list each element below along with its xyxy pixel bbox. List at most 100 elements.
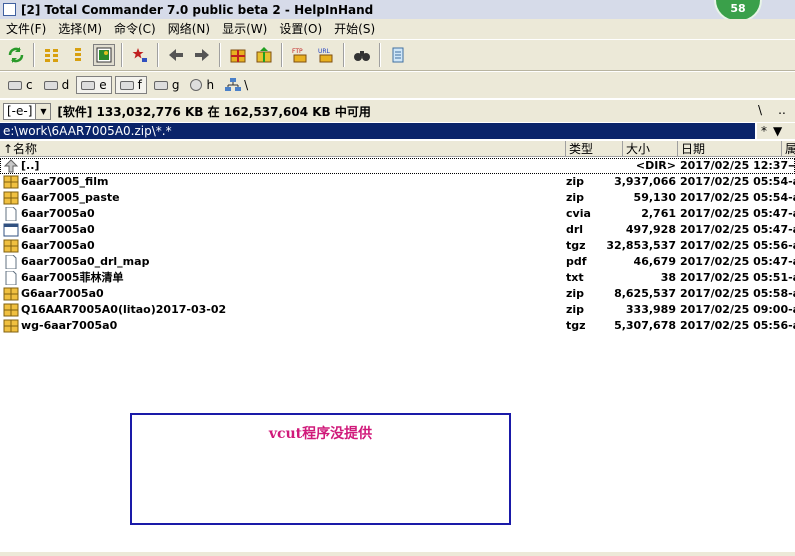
- unpack-archive-icon: [256, 47, 272, 63]
- hard-drive-icon: [81, 80, 96, 90]
- root-dir-button[interactable]: \: [753, 103, 767, 117]
- pack-archive-icon: [230, 49, 246, 63]
- picture-icon: [96, 47, 112, 63]
- file-row[interactable]: 6aar7005a0 cvia 2,761 2017/02/25 05:47-a: [0, 206, 795, 222]
- drive-dropdown[interactable]: [-e-] ▼: [3, 102, 52, 120]
- ftp-icon: FTP: [292, 48, 307, 63]
- column-name[interactable]: ↑名称: [0, 141, 566, 156]
- parent-dir-button[interactable]: ..: [775, 103, 789, 117]
- binoculars-icon: [354, 51, 370, 61]
- column-type[interactable]: 类型: [566, 141, 623, 156]
- drive-g-button[interactable]: g: [150, 76, 184, 94]
- free-space-label: [软件] 133,032,776 KB 在 162,537,604 KB 中可用: [57, 104, 371, 119]
- url-button[interactable]: URL: [315, 44, 337, 66]
- menu-select[interactable]: 选择(M): [52, 19, 108, 39]
- filter-button[interactable]: *: [761, 123, 767, 139]
- chevron-down-icon[interactable]: ▼: [35, 103, 51, 119]
- hard-drive-icon: [43, 80, 58, 90]
- unpack-button[interactable]: [253, 44, 275, 66]
- forward-button[interactable]: [191, 44, 213, 66]
- document-icon: [5, 255, 17, 269]
- refresh-icon: [8, 47, 24, 63]
- toolbar: FTP URL: [0, 39, 795, 71]
- drive-d-button[interactable]: d: [40, 76, 74, 94]
- drive-c-button[interactable]: c: [4, 76, 37, 94]
- menu-settings[interactable]: 设置(O): [273, 19, 328, 39]
- drive-bar: c d e f g h \: [0, 72, 795, 98]
- thumbnail-view-button[interactable]: [93, 44, 115, 66]
- toolbar-separator: [157, 43, 159, 67]
- drive-f-button[interactable]: f: [114, 76, 147, 94]
- archive-icon: [3, 303, 19, 317]
- toolbar-separator: [379, 43, 381, 67]
- archive-icon: [3, 287, 19, 301]
- archive-icon: [3, 175, 19, 189]
- file-row[interactable]: 6aar7005a0 drl 497,928 2017/02/25 05:47-…: [0, 222, 795, 238]
- invert-selection-button[interactable]: [129, 44, 151, 66]
- file-row[interactable]: wg-6aar7005a0 tgz 5,307,678 2017/02/25 0…: [0, 318, 795, 334]
- star-select-icon: [132, 48, 147, 62]
- menu-command[interactable]: 命令(C): [108, 19, 162, 39]
- drive-dropdown-value: [-e-]: [7, 104, 33, 118]
- arrow-left-icon: [169, 49, 183, 61]
- drive-info-bar: [-e-] ▼ [软件] 133,032,776 KB 在 162,537,60…: [0, 100, 795, 122]
- file-row[interactable]: 6aar7005_film zip 3,937,066 2017/02/25 0…: [0, 174, 795, 190]
- drive-h-button[interactable]: h: [186, 76, 218, 94]
- brief-view-button[interactable]: [41, 44, 63, 66]
- annotation-text: vcut程序没提供: [268, 426, 373, 442]
- archive-icon: [3, 191, 19, 205]
- annotation-box: vcut程序没提供: [130, 413, 511, 525]
- document-icon: [5, 271, 17, 285]
- menu-start[interactable]: 开始(S): [328, 19, 381, 39]
- network-root-button[interactable]: \: [221, 76, 252, 94]
- file-row[interactable]: 6aar7005_paste zip 59,130 2017/02/25 05:…: [0, 190, 795, 206]
- file-row[interactable]: 6aar7005a0 tgz 32,853,537 2017/02/25 05:…: [0, 238, 795, 254]
- archive-icon: [3, 239, 19, 253]
- window-icon: [3, 223, 19, 237]
- hard-drive-icon: [153, 80, 168, 90]
- current-path[interactable]: e:\work\6AAR7005A0.zip\*.*: [0, 123, 755, 139]
- full-view-icon: [75, 48, 81, 61]
- file-row[interactable]: G6aar7005a0 zip 8,625,537 2017/02/25 05:…: [0, 286, 795, 302]
- hard-drive-icon: [8, 80, 22, 90]
- full-view-button[interactable]: [67, 44, 89, 66]
- notepad-icon: [392, 47, 404, 63]
- refresh-button[interactable]: [5, 44, 27, 66]
- notepad-button[interactable]: [387, 44, 409, 66]
- hard-drive-icon: [119, 80, 134, 90]
- toolbar-separator: [33, 43, 35, 67]
- menu-bar: 文件(F) 选择(M) 命令(C) 网络(N) 显示(W) 设置(O) 开始(S…: [0, 19, 795, 39]
- column-size[interactable]: 大小: [623, 141, 678, 156]
- menu-file[interactable]: 文件(F): [0, 19, 52, 39]
- search-button[interactable]: [351, 44, 373, 66]
- network-icon: [225, 78, 242, 91]
- menu-view[interactable]: 显示(W): [216, 19, 273, 39]
- arrow-right-icon: [195, 49, 209, 61]
- url-icon: URL: [318, 48, 333, 63]
- window-title: [2] Total Commander 7.0 public beta 2 - …: [21, 2, 374, 17]
- file-row[interactable]: [..] <DIR> 2017/02/25 12:37—: [0, 158, 795, 174]
- app-icon: [3, 3, 16, 16]
- column-header: ↑名称 类型 大小 日期 属: [0, 141, 795, 157]
- ftp-button[interactable]: FTP: [289, 44, 311, 66]
- back-button[interactable]: [165, 44, 187, 66]
- toolbar-separator: [219, 43, 221, 67]
- file-row[interactable]: Q16AAR7005A0(litao)2017-03-02 zip 333,98…: [0, 302, 795, 318]
- svg-text:URL: URL: [318, 48, 331, 55]
- file-row[interactable]: 6aar7005菲林清单 txt 38 2017/02/25 05:51-a: [0, 270, 795, 286]
- toolbar-separator: [281, 43, 283, 67]
- column-attr[interactable]: 属: [782, 141, 795, 156]
- pack-button[interactable]: [227, 44, 249, 66]
- up-folder-icon: [3, 159, 19, 173]
- file-list: [..] <DIR> 2017/02/25 12:37— 6aar7005_fi…: [0, 158, 795, 334]
- svg-text:FTP: FTP: [292, 48, 303, 55]
- drive-e-button[interactable]: e: [76, 76, 112, 94]
- title-bar: [2] Total Commander 7.0 public beta 2 - …: [0, 0, 795, 19]
- cd-drive-icon: [190, 79, 203, 91]
- toolbar-separator: [343, 43, 345, 67]
- file-row[interactable]: 6aar7005a0_drl_map pdf 46,679 2017/02/25…: [0, 254, 795, 270]
- column-date[interactable]: 日期: [678, 141, 782, 156]
- document-icon: [5, 207, 17, 221]
- menu-network[interactable]: 网络(N): [162, 19, 216, 39]
- history-dropdown-button[interactable]: ▼: [773, 123, 782, 139]
